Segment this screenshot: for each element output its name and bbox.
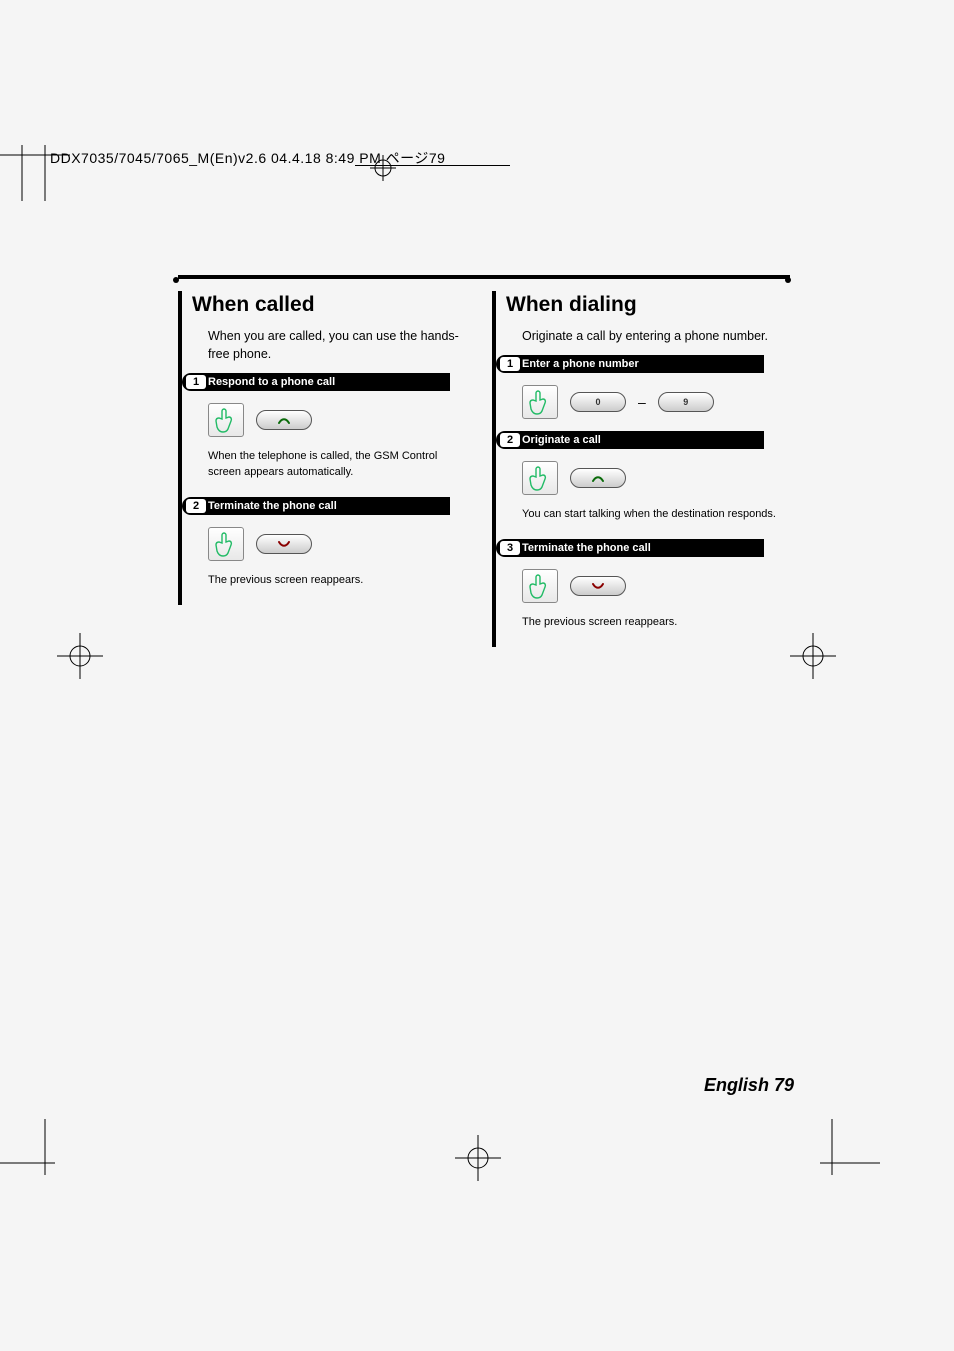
step-title: Enter a phone number [522,358,639,370]
footer-page: 79 [774,1075,794,1095]
key-9-icon: 9 [658,392,714,412]
icon-row [192,403,470,437]
step-body: You can start talking when the destinati… [506,507,784,523]
page-footer: English 79 [704,1075,794,1096]
step-title: Terminate the phone call [208,500,337,512]
registration-mark-bottom [455,1135,501,1181]
touch-icon [522,569,558,603]
section-lead: Originate a call by entering a phone num… [506,327,784,345]
touch-icon [522,385,558,419]
step-body: When the telephone is called, the GSM Co… [192,449,470,481]
step-title: Terminate the phone call [522,542,651,554]
column-when-called: When called When you are called, you can… [178,291,470,605]
icon-row [192,527,470,561]
crop-mark-bl [0,1115,68,1175]
answer-button-icon [570,468,626,488]
step-terminate: 2 Terminate the phone call [182,497,450,515]
range-dash: – [638,394,646,410]
step-enter-number: 1 Enter a phone number [496,355,764,373]
icon-row [506,461,784,495]
end-call-button-icon [256,534,312,554]
column-when-dialing: When dialing Originate a call by enterin… [492,291,784,647]
key-0-icon: 0 [570,392,626,412]
touch-icon [208,527,244,561]
corner-dot [173,277,179,283]
section-lead: When you are called, you can use the han… [192,327,470,363]
answer-button-icon [256,410,312,430]
step-body: The previous screen reappears. [192,573,470,589]
section-title: When called [192,293,470,317]
touch-icon [522,461,558,495]
section-title: When dialing [506,293,784,317]
crop-mark-mr [790,633,836,679]
step-originate: 2 Originate a call [496,431,764,449]
icon-row: 0 – 9 [506,385,784,419]
header-underline [355,165,510,166]
touch-icon [208,403,244,437]
step-number: 3 [500,541,520,555]
step-respond: 1 Respond to a phone call [182,373,450,391]
step-body: The previous screen reappears. [506,615,784,631]
step-terminate: 3 Terminate the phone call [496,539,764,557]
crop-mark-ml [57,633,103,679]
step-title: Originate a call [522,434,601,446]
corner-dot [785,277,791,283]
step-title: Respond to a phone call [208,376,335,388]
key-label: 9 [683,397,688,407]
end-call-button-icon [570,576,626,596]
footer-lang: English [704,1075,769,1095]
step-number: 1 [186,375,206,389]
step-number: 2 [186,499,206,513]
step-number: 2 [500,433,520,447]
crop-mark-br [810,1115,880,1175]
icon-row [506,569,784,603]
step-number: 1 [500,357,520,371]
page-content: When called When you are called, you can… [178,275,790,1090]
key-label: 0 [595,397,600,407]
